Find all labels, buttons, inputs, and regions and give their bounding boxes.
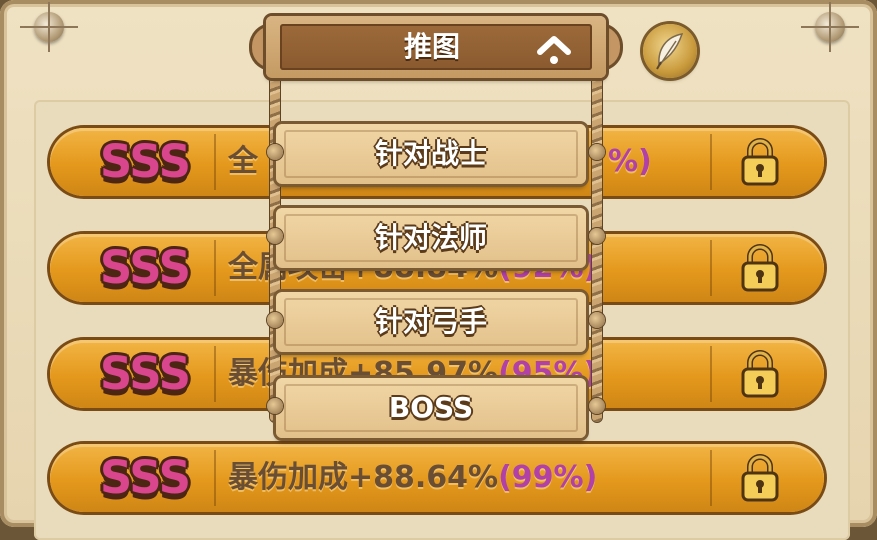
padlock-icon[interactable] xyxy=(740,244,780,292)
divider xyxy=(214,346,216,402)
chevron-up-icon[interactable] xyxy=(534,32,574,66)
rope xyxy=(592,70,602,422)
menu-option-mage[interactable]: 针对法师 xyxy=(276,208,586,268)
divider xyxy=(710,240,712,296)
menu-option-warrior[interactable]: 针对战士 xyxy=(276,124,586,184)
grade-badge: SSS xyxy=(99,241,191,294)
grade-badge: SSS xyxy=(99,451,191,504)
rope-knot xyxy=(267,228,283,244)
rope-knot xyxy=(589,144,605,160)
pin-icon xyxy=(801,2,859,52)
rope-knot xyxy=(267,144,283,160)
list-item[interactable]: SSS 暴伤加成+88.64%(99%) xyxy=(50,444,824,512)
menu-option-archer[interactable]: 针对弓手 xyxy=(276,292,586,352)
divider xyxy=(710,346,712,402)
dropdown-toggle[interactable]: 推图 xyxy=(252,16,620,80)
stat-percent: %) xyxy=(608,144,652,179)
option-label: 针对战士 xyxy=(374,137,487,170)
divider xyxy=(710,134,712,190)
feather-button[interactable] xyxy=(643,24,697,78)
rope-knot xyxy=(267,398,283,414)
stat-text: 暴伤加成+88.64%(99%) xyxy=(228,458,597,498)
divider xyxy=(214,450,216,506)
rope-knot xyxy=(589,228,605,244)
stat-label: 暴伤加成+88.64% xyxy=(228,460,499,495)
option-label: BOSS xyxy=(388,391,474,424)
padlock-icon[interactable] xyxy=(740,350,780,398)
menu-option-boss[interactable]: BOSS xyxy=(276,378,586,438)
rope-knot xyxy=(267,312,283,328)
feather-icon xyxy=(656,33,684,70)
stat-percent: (99%) xyxy=(498,460,598,495)
divider xyxy=(214,240,216,296)
divider xyxy=(214,134,216,190)
option-label: 针对法师 xyxy=(374,221,487,254)
grade-badge: SSS xyxy=(99,347,191,400)
padlock-icon[interactable] xyxy=(740,138,780,186)
rope-knot xyxy=(589,312,605,328)
rope-knot xyxy=(589,398,605,414)
stat-label: 全 xyxy=(228,144,258,179)
option-label: 针对弓手 xyxy=(374,305,487,338)
divider xyxy=(710,450,712,506)
padlock-icon[interactable] xyxy=(740,454,780,502)
grade-badge: SSS xyxy=(99,135,191,188)
dropdown-label: 推图 xyxy=(403,30,460,63)
pin-icon xyxy=(20,2,78,52)
